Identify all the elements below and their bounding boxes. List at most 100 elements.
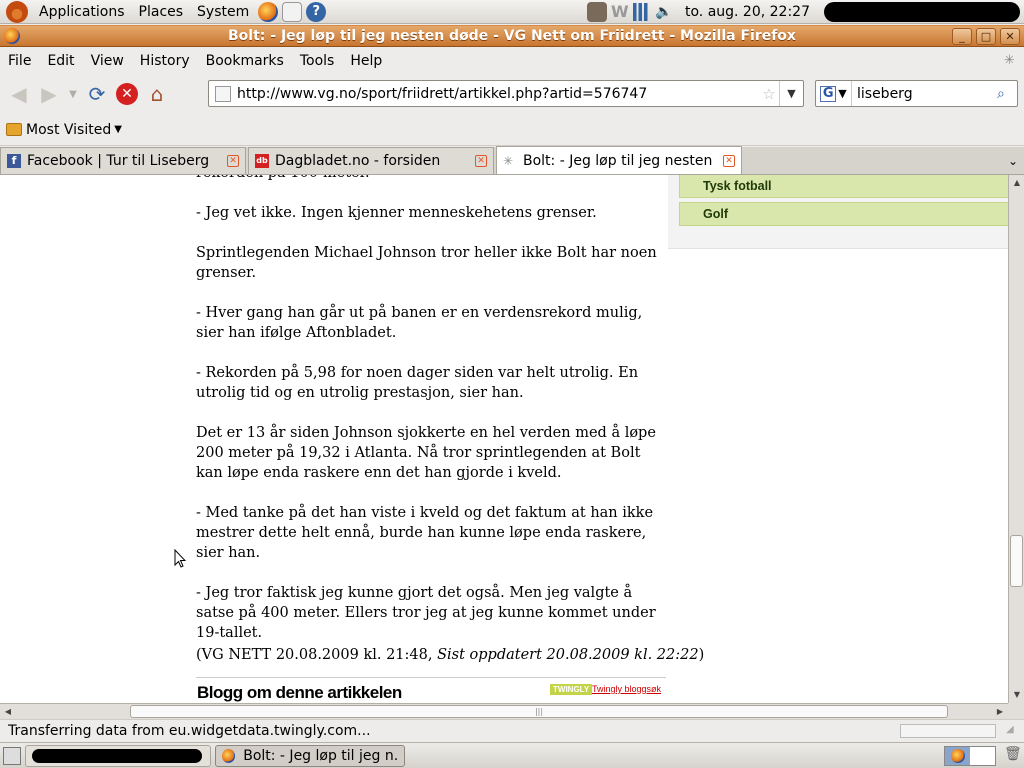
blog-section-title: Blogg om denne artikkelen <box>197 683 402 702</box>
maximize-button[interactable]: □ <box>976 28 996 45</box>
progress-meter <box>900 724 996 738</box>
scroll-up-icon[interactable]: ▲ <box>1009 175 1024 191</box>
firefox-window-icon[interactable] <box>4 28 20 44</box>
bookmarks-toolbar: Most Visited ▼ <box>0 114 1024 146</box>
divider <box>196 677 666 678</box>
home-icon[interactable]: ⌂ <box>142 79 172 109</box>
minimize-button[interactable]: _ <box>952 28 972 45</box>
search-icon[interactable]: ⌕ <box>997 86 1017 102</box>
menu-view[interactable]: View <box>83 53 132 69</box>
menu-history[interactable]: History <box>132 53 198 69</box>
search-input[interactable]: liseberg <box>852 86 997 102</box>
activity-throbber-icon: ✳ <box>1004 53 1015 68</box>
menu-edit[interactable]: Edit <box>39 53 82 69</box>
url-text[interactable]: http://www.vg.no/sport/friidrett/artikke… <box>237 86 759 102</box>
resize-grip-icon[interactable]: ◢ <box>1006 724 1020 738</box>
sidebar: Tysk fotball Golf <box>668 175 1008 249</box>
most-visited-bookmark[interactable]: Most Visited <box>26 122 111 138</box>
byline-updated: Sist oppdatert 20.08.2009 kl. 22:22 <box>437 647 699 663</box>
mail-launcher-icon[interactable] <box>282 1 303 22</box>
window-title: Bolt: - Jeg løp til jeg nesten døde - VG… <box>228 28 796 44</box>
forward-arrow-icon[interactable]: ▶ <box>34 79 64 109</box>
workspace-2[interactable] <box>970 747 995 765</box>
url-bar[interactable]: http://www.vg.no/sport/friidrett/artikke… <box>208 80 804 107</box>
tab-bolt-article[interactable]: ✳ Bolt: - Jeg løp til jeg nesten ... ✕ <box>496 146 742 174</box>
window-titlebar[interactable]: Bolt: - Jeg løp til jeg nesten døde - VG… <box>0 25 1024 47</box>
article-paragraph: rekorden på 100-meter. <box>196 175 666 183</box>
list-all-tabs-icon[interactable]: ⌄ <box>1002 154 1024 174</box>
ubuntu-logo-icon[interactable] <box>6 0 28 23</box>
scroll-left-icon[interactable]: ◀ <box>0 704 16 720</box>
folder-icon <box>6 123 22 136</box>
horizontal-scrollbar[interactable]: ◀ ||| ▶ <box>0 703 1008 719</box>
article-paragraph: - Med tanke på det han viste i kveld og … <box>196 505 654 561</box>
taskbar-firefox-window[interactable]: Bolt: - Jeg løp til jeg n... <box>215 744 405 767</box>
firefox-launcher-icon[interactable] <box>258 1 279 22</box>
menu-bookmarks[interactable]: Bookmarks <box>198 53 292 69</box>
scroll-down-icon[interactable]: ▼ <box>1009 687 1024 703</box>
workspace-switcher[interactable] <box>944 746 996 766</box>
stop-icon[interactable]: ✕ <box>112 79 142 109</box>
article-byline: (VG NETT 20.08.2009 kl. 21:48, Sist oppd… <box>196 647 704 663</box>
article-paragraph: - Rekorden på 5,98 for noen dager siden … <box>196 365 639 401</box>
search-bar[interactable]: G ▼ liseberg ⌕ <box>815 80 1018 107</box>
google-icon: G <box>820 85 837 102</box>
vertical-scroll-thumb[interactable] <box>1010 535 1023 587</box>
close-tab-icon[interactable]: ✕ <box>475 155 487 167</box>
search-engine-selector[interactable]: G ▼ <box>816 81 852 106</box>
tab-label: Facebook | Tur til Liseberg <box>27 153 210 169</box>
article-body: rekorden på 100-meter. - Jeg vet ikke. I… <box>196 175 666 663</box>
volume-icon[interactable]: 🔈 <box>655 4 672 20</box>
tab-label: Bolt: - Jeg løp til jeg nesten ... <box>523 152 715 169</box>
vertical-scrollbar[interactable]: ▲ ▼ <box>1008 175 1024 703</box>
url-dropdown-icon[interactable]: ▼ <box>779 81 803 106</box>
byline-suffix: ) <box>698 647 705 663</box>
taskbar-redacted-window[interactable] <box>25 744 211 767</box>
scroll-right-icon[interactable]: ▶ <box>992 704 1008 720</box>
site-favicon-icon <box>215 85 231 102</box>
chevron-down-icon[interactable]: ▼ <box>114 124 122 135</box>
status-text: Transferring data from eu.widgetdata.twi… <box>8 722 371 739</box>
article-paragraph: - Jeg vet ikke. Ingen kjenner menneskehe… <box>196 205 597 221</box>
menu-tools[interactable]: Tools <box>292 53 343 69</box>
article-paragraph: - Hver gang han går ut på banen er en ve… <box>196 305 643 341</box>
reload-icon[interactable]: ⟳ <box>82 79 112 109</box>
redacted-window-label <box>32 748 202 763</box>
dagbladet-icon: db <box>255 154 269 168</box>
close-window-button[interactable]: ✕ <box>1000 28 1020 45</box>
twingly-search-link[interactable]: Twingly bloggsøk <box>592 684 661 694</box>
user-status-icon[interactable] <box>586 1 607 22</box>
sidebar-item-golf[interactable]: Golf <box>679 202 1008 226</box>
tab-strip: f Facebook | Tur til Liseberg ✕ db Dagbl… <box>0 146 1024 175</box>
trash-icon[interactable]: 🗑 <box>1004 746 1022 766</box>
history-dropdown-icon[interactable]: ▼ <box>64 79 82 109</box>
system-menu[interactable]: System <box>190 0 256 24</box>
help-launcher-icon[interactable]: ? <box>306 1 327 22</box>
network-signal-icon[interactable] <box>632 2 651 21</box>
page-viewport: Tysk fotball Golf rekorden på 100-meter.… <box>0 175 1008 703</box>
mouse-pointer-icon <box>174 548 187 573</box>
redacted-user-area <box>824 1 1020 22</box>
firefox-icon <box>950 749 965 763</box>
close-tab-icon[interactable]: ✕ <box>227 155 239 167</box>
menu-help[interactable]: Help <box>342 53 390 69</box>
close-tab-icon[interactable]: ✕ <box>723 154 735 167</box>
back-arrow-icon[interactable]: ◀ <box>4 79 34 109</box>
chevron-down-icon: ▼ <box>838 87 847 100</box>
navigation-toolbar: ◀ ▶ ▼ ⟳ ✕ ⌂ http://www.vg.no/sport/friid… <box>0 75 1024 113</box>
workspace-1[interactable] <box>945 747 970 765</box>
tab-dagbladet[interactable]: db Dagbladet.no - forsiden ✕ <box>248 147 494 174</box>
sidebar-item-tysk-fotball[interactable]: Tysk fotball <box>679 175 1008 198</box>
menu-file[interactable]: File <box>0 53 39 69</box>
places-menu[interactable]: Places <box>132 0 191 24</box>
horizontal-scroll-thumb[interactable]: ||| <box>130 705 948 718</box>
twingly-logo[interactable]: TWINGLY <box>550 684 593 695</box>
bookmark-star-icon[interactable]: ☆ <box>759 85 779 103</box>
tab-facebook[interactable]: f Facebook | Tur til Liseberg ✕ <box>0 147 246 174</box>
facebook-icon: f <box>7 154 21 168</box>
show-desktop-icon[interactable] <box>3 746 21 765</box>
wikipedia-icon[interactable]: W <box>611 2 629 22</box>
applications-menu[interactable]: Applications <box>32 0 132 24</box>
firefox-menubar: File Edit View History Bookmarks Tools H… <box>0 48 1024 74</box>
clock[interactable]: to. aug. 20, 22:27 <box>675 4 820 20</box>
